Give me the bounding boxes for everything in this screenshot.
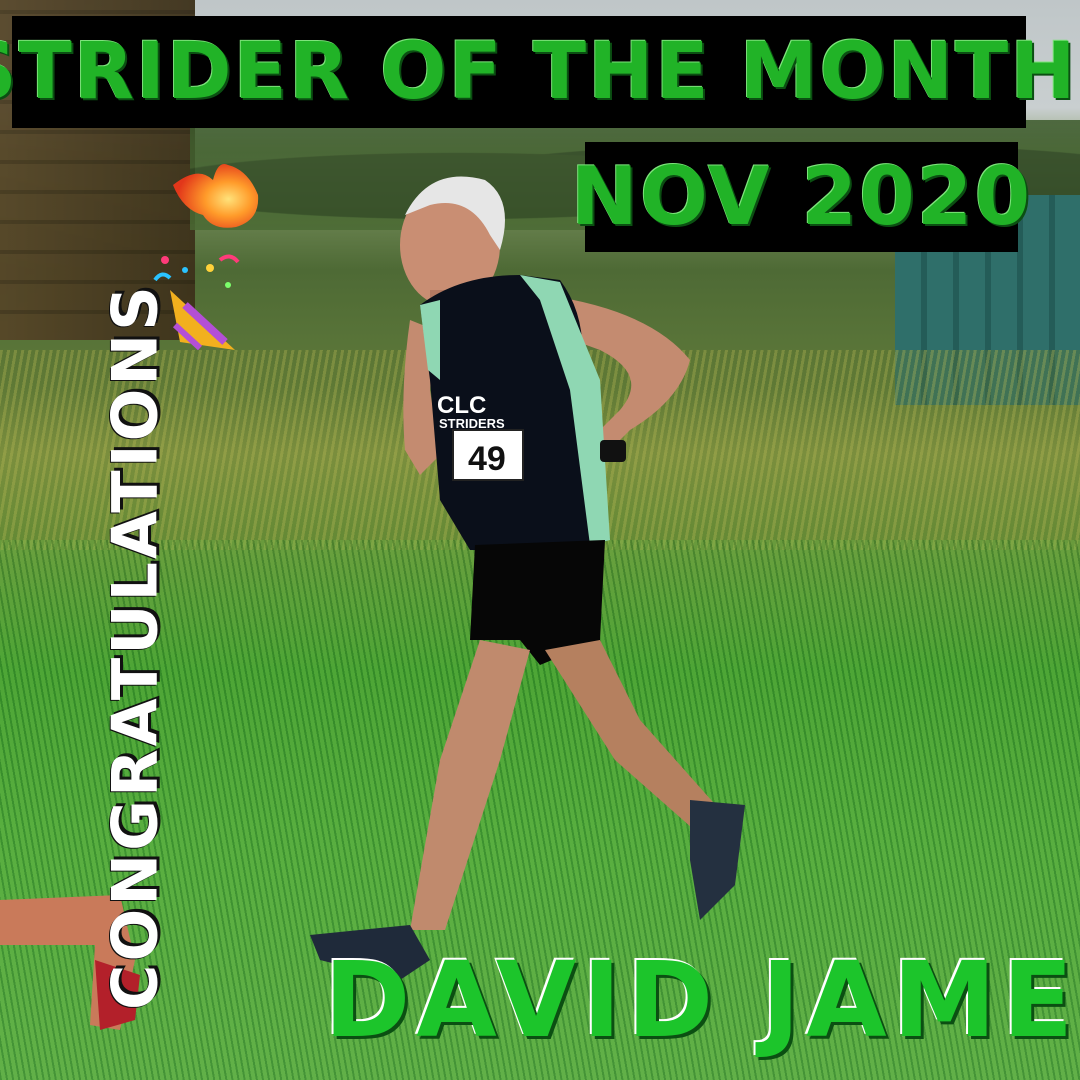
headline-banner: STRIDER OF THE MONTH (0, 16, 1076, 128)
month-banner: NOV 2020 (571, 142, 1030, 252)
vest-text: CLC (437, 392, 486, 419)
month-text: NOV 2020 (570, 150, 1033, 243)
congratulations-text: CONGRATULATIONS (98, 283, 172, 1010)
vest-subtext: STRIDERS (439, 416, 505, 431)
runner-name: DAVID JAMES (323, 939, 1080, 1061)
wristwatch (600, 440, 626, 462)
fire-icon (173, 164, 259, 228)
poster: CLC STRIDERS 49 STRIDER OF THE MONTH NOV… (0, 0, 1080, 1080)
congratulations-wrap: CONGRATULATIONS (40, 283, 230, 1010)
headline-text: STRIDER OF THE MONTH (0, 27, 1078, 117)
bib-number: 49 (468, 440, 506, 478)
